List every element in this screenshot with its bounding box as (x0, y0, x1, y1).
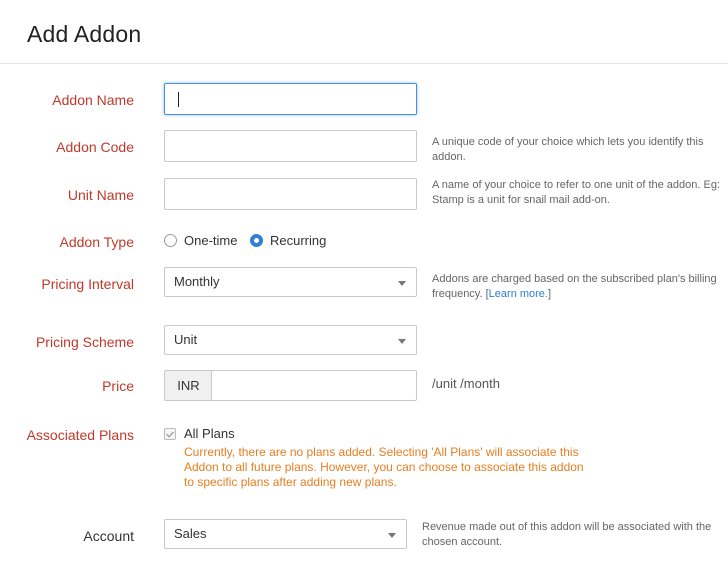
pricing-interval-hint-text: Addons are charged based on the subscrib… (432, 273, 717, 300)
associated-plans-label: Associated Plans (26, 427, 134, 443)
pricing-scheme-label: Pricing Scheme (35, 334, 134, 350)
addon-name-input[interactable] (164, 83, 417, 115)
page-title: Add Addon (27, 21, 142, 47)
radio-selected-icon (250, 234, 263, 247)
currency-prefix: INR (164, 370, 212, 401)
price-label: Price (102, 378, 134, 394)
pricing-scheme-select[interactable]: Unit (164, 325, 417, 355)
unit-name-input[interactable] (164, 178, 417, 210)
radio-recurring-label: Recurring (270, 233, 327, 248)
chevron-down-icon (398, 281, 406, 286)
pricing-interval-select[interactable]: Monthly (164, 267, 417, 297)
unit-name-hint: A name of your choice to refer to one un… (432, 179, 721, 206)
price-input[interactable] (211, 370, 417, 401)
addon-code-input[interactable] (164, 130, 417, 162)
account-label: Account (83, 528, 134, 544)
radio-circle-icon (164, 234, 177, 247)
radio-one-time[interactable]: One-time (164, 233, 237, 248)
radio-recurring[interactable]: Recurring (250, 233, 326, 248)
account-hint: Revenue made out of this addon will be a… (422, 521, 712, 548)
pricing-interval-hint-end: ] (547, 288, 552, 300)
pricing-interval-value: Monthly (174, 274, 220, 289)
no-plans-warning: Currently, there are no plans added. Sel… (184, 445, 584, 489)
price-unit-text: /unit /month (432, 376, 500, 391)
pricing-scheme-value: Unit (174, 332, 198, 347)
pricing-interval-label: Pricing Interval (41, 276, 134, 292)
addon-code-label: Addon Code (56, 139, 134, 155)
chevron-down-icon (388, 533, 396, 538)
account-select[interactable]: Sales (164, 519, 407, 549)
account-value: Sales (174, 526, 207, 541)
all-plans-label: All Plans (184, 426, 235, 441)
pricing-interval-hint: Addons are charged based on the subscrib… (432, 272, 722, 302)
learn-more-link[interactable]: Learn more. (489, 288, 548, 300)
addon-code-hint: A unique code of your choice which lets … (432, 136, 704, 163)
all-plans-checkbox[interactable] (164, 428, 176, 440)
radio-one-time-label: One-time (184, 233, 238, 248)
account-label-text: Account (83, 528, 134, 544)
unit-name-label: Unit Name (67, 187, 134, 203)
addon-type-label: Addon Type (59, 234, 134, 250)
page-header: Add Addon (0, 0, 728, 64)
addon-name-label: Addon Name (52, 92, 134, 108)
text-caret (178, 92, 179, 107)
chevron-down-icon (398, 339, 406, 344)
